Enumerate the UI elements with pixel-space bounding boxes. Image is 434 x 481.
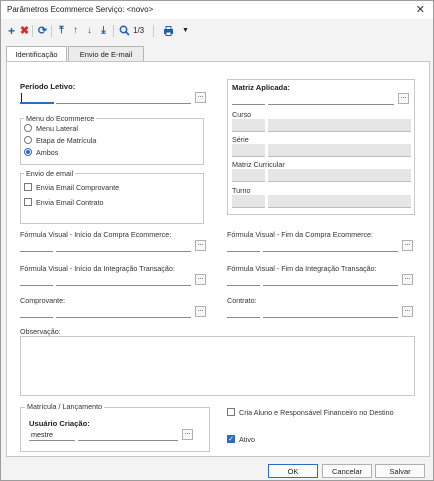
turno-label: Turno <box>232 186 251 195</box>
fv-inicio-integracao-label: Fórmula Visual - Início da Integração Tr… <box>20 264 175 273</box>
checkbox-ativo[interactable]: ✓ <box>227 435 235 443</box>
curso-code-field <box>232 119 265 132</box>
fv-inicio-compra-description-input[interactable] <box>56 239 191 252</box>
matricula-title: Matrícula / Lançamento <box>25 402 105 411</box>
envio-email-title: Envio de email <box>24 169 76 178</box>
usuario-criacao-description-input[interactable] <box>78 428 178 441</box>
curso-label: Curso <box>232 110 252 119</box>
fv-inicio-integracao-description-input[interactable] <box>56 273 191 286</box>
previous-record-icon[interactable]: ↑ <box>69 24 82 37</box>
contrato-code-input[interactable] <box>227 305 260 318</box>
observacao-textarea[interactable] <box>20 336 415 396</box>
fv-fim-compra-description-input[interactable] <box>263 239 398 252</box>
cancel-button[interactable]: Cancelar <box>322 464 372 478</box>
radio-menu-lateral[interactable] <box>24 124 32 132</box>
fv-inicio-compra-lookup-button[interactable]: ... <box>195 240 206 251</box>
toolbar: + ✖ ⟳ ⤒ ↑ ↓ ⤓ 1/3 ▼ <box>1 20 433 42</box>
radio-etapa-matricula-label: Etapa de Matrícula <box>36 136 97 145</box>
last-record-icon[interactable]: ⤓ <box>97 24 110 37</box>
menu-ecommerce-title: Menu do Ecommerce <box>24 114 97 123</box>
checkbox-envia-contrato[interactable] <box>24 198 32 206</box>
fv-fim-compra-code-input[interactable] <box>227 239 260 252</box>
toolbar-divider <box>32 25 33 37</box>
fv-fim-integracao-description-input[interactable] <box>263 273 398 286</box>
contrato-lookup-button[interactable]: ... <box>402 306 413 317</box>
refresh-icon[interactable]: ⟳ <box>36 24 49 37</box>
identificacao-panel: Período Letivo: ... Menu do Ecommerce Me… <box>6 61 430 457</box>
print-icon[interactable] <box>162 24 174 37</box>
observacao-label: Observação: <box>20 327 61 336</box>
matriz-aplicada-lookup-button[interactable]: ... <box>398 93 409 104</box>
toolbar-divider <box>153 25 154 37</box>
contrato-label: Contrato: <box>227 296 257 305</box>
checkbox-envia-contrato-label: Envia Email Contrato <box>36 198 104 207</box>
radio-ambos-label: Ambos <box>36 148 59 157</box>
fv-inicio-integracao-code-input[interactable] <box>20 273 53 286</box>
tab-envio-email[interactable]: Envio de E-mail <box>68 46 144 61</box>
curso-description-field <box>268 119 411 132</box>
ok-button[interactable]: OK <box>268 464 318 478</box>
fv-fim-compra-lookup-button[interactable]: ... <box>402 240 413 251</box>
matriz-curricular-description-field <box>268 169 411 182</box>
matriz-aplicada-code-input[interactable] <box>232 92 265 105</box>
radio-menu-lateral-label: Menu Lateral <box>36 124 78 133</box>
serie-label: Série <box>232 135 249 144</box>
comprovante-lookup-button[interactable]: ... <box>195 306 206 317</box>
fv-fim-compra-label: Fórmula Visual - Fim da Compra Ecommerce… <box>227 230 374 239</box>
matriz-aplicada-description-input[interactable] <box>268 92 394 105</box>
chevron-down-icon[interactable]: ▼ <box>179 24 192 37</box>
checkbox-ativo-label: Ativo <box>239 435 255 444</box>
usuario-criacao-value: mestre <box>31 430 53 439</box>
usuario-criacao-code-input[interactable]: mestre <box>29 428 75 441</box>
usuario-criacao-lookup-button[interactable]: ... <box>182 429 193 440</box>
close-icon[interactable]: ✕ <box>416 3 425 16</box>
dialog-window: Parâmetros Ecommerce Serviço: <novo> ✕ +… <box>0 0 434 481</box>
serie-description-field <box>268 144 411 157</box>
matriz-curricular-label: Matriz Curricular <box>232 160 285 169</box>
window-title: Parâmetros Ecommerce Serviço: <novo> <box>7 5 154 14</box>
periodo-letivo-lookup-button[interactable]: ... <box>195 92 206 103</box>
comprovante-label: Comprovante: <box>20 296 66 305</box>
checkbox-cria-aluno[interactable] <box>227 408 235 416</box>
delete-icon[interactable]: ✖ <box>18 24 31 37</box>
fv-inicio-integracao-lookup-button[interactable]: ... <box>195 274 206 285</box>
fv-fim-integracao-code-input[interactable] <box>227 273 260 286</box>
usuario-criacao-label: Usuário Criação: <box>29 419 90 428</box>
matriz-aplicada-label: Matriz Aplicada: <box>232 83 290 92</box>
toolbar-divider <box>51 25 52 37</box>
periodo-letivo-description-input[interactable] <box>56 91 191 104</box>
tab-identificacao[interactable]: Identificação <box>6 46 67 62</box>
checkbox-envia-comprovante-label: Envia Email Comprovante <box>36 183 120 192</box>
record-position: 1/3 <box>133 26 145 35</box>
turno-description-field <box>268 195 411 208</box>
checkbox-envia-comprovante[interactable] <box>24 183 32 191</box>
matriz-curricular-code-field <box>232 169 265 182</box>
save-button[interactable]: Salvar <box>375 464 425 478</box>
toolbar-divider <box>113 25 114 37</box>
first-record-icon[interactable]: ⤒ <box>55 24 68 37</box>
fv-inicio-compra-label: Fórmula Visual - Início da Compra Ecomme… <box>20 230 172 239</box>
turno-code-field <box>232 195 265 208</box>
next-record-icon[interactable]: ↓ <box>83 24 96 37</box>
periodo-letivo-label: Período Letivo: <box>20 82 76 91</box>
checkbox-cria-aluno-label: Cria Aluno e Responsável Financeiro no D… <box>239 408 394 417</box>
add-icon[interactable]: + <box>5 24 18 38</box>
fv-inicio-compra-code-input[interactable] <box>20 239 53 252</box>
serie-code-field <box>232 144 265 157</box>
radio-etapa-matricula[interactable] <box>24 136 32 144</box>
radio-ambos[interactable] <box>24 148 32 156</box>
comprovante-description-input[interactable] <box>56 305 191 318</box>
search-icon[interactable] <box>118 24 131 37</box>
fv-fim-integracao-label: Fórmula Visual - Fim da Integração Trans… <box>227 264 377 273</box>
periodo-letivo-code-input[interactable] <box>20 91 54 104</box>
title-bar: Parâmetros Ecommerce Serviço: <novo> ✕ <box>1 1 433 19</box>
contrato-description-input[interactable] <box>263 305 398 318</box>
comprovante-code-input[interactable] <box>20 305 53 318</box>
fv-fim-integracao-lookup-button[interactable]: ... <box>402 274 413 285</box>
